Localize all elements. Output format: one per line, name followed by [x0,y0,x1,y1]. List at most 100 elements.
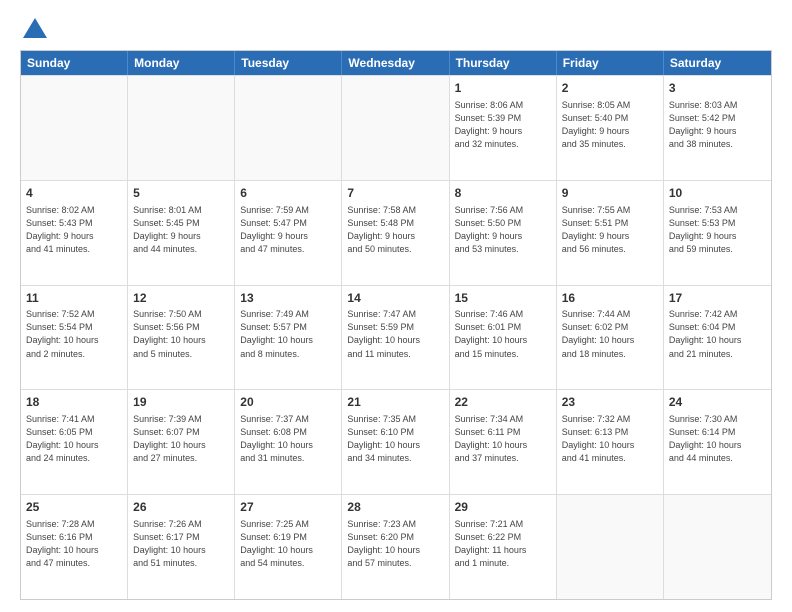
day-number: 12 [133,290,229,307]
calendar-cell: 24 Sunrise: 7:30 AM Sunset: 6:14 PM Dayli… [664,390,771,494]
day-info: Sunrise: 7:30 AM Sunset: 6:14 PM Dayligh… [669,413,766,465]
calendar: SundayMondayTuesdayWednesdayThursdayFrid… [20,50,772,600]
calendar-cell [557,495,664,599]
day-number: 22 [455,394,551,411]
day-info: Sunrise: 8:01 AM Sunset: 5:45 PM Dayligh… [133,204,229,256]
day-info: Sunrise: 7:59 AM Sunset: 5:47 PM Dayligh… [240,204,336,256]
calendar-cell: 28 Sunrise: 7:23 AM Sunset: 6:20 PM Dayli… [342,495,449,599]
day-info: Sunrise: 7:37 AM Sunset: 6:08 PM Dayligh… [240,413,336,465]
day-info: Sunrise: 8:03 AM Sunset: 5:42 PM Dayligh… [669,99,766,151]
day-number: 3 [669,80,766,97]
calendar-cell: 10 Sunrise: 7:53 AM Sunset: 5:53 PM Dayli… [664,181,771,285]
day-number: 14 [347,290,443,307]
day-number: 6 [240,185,336,202]
calendar-header-row: SundayMondayTuesdayWednesdayThursdayFrid… [21,51,771,75]
day-info: Sunrise: 8:06 AM Sunset: 5:39 PM Dayligh… [455,99,551,151]
calendar-header-cell: Thursday [450,51,557,75]
day-number: 23 [562,394,658,411]
calendar-cell [342,76,449,180]
day-number: 20 [240,394,336,411]
day-info: Sunrise: 7:35 AM Sunset: 6:10 PM Dayligh… [347,413,443,465]
calendar-row: 11Sunrise: 7:52 AM Sunset: 5:54 PM Dayli… [21,285,771,390]
calendar-header-cell: Monday [128,51,235,75]
day-info: Sunrise: 7:21 AM Sunset: 6:22 PM Dayligh… [455,518,551,570]
calendar-cell [21,76,128,180]
day-info: Sunrise: 7:50 AM Sunset: 5:56 PM Dayligh… [133,308,229,360]
day-number: 21 [347,394,443,411]
calendar-cell: 4 Sunrise: 8:02 AM Sunset: 5:43 PM Daylig… [21,181,128,285]
calendar-cell: 27 Sunrise: 7:25 AM Sunset: 6:19 PM Dayli… [235,495,342,599]
page-header [20,16,772,40]
calendar-cell: 15Sunrise: 7:46 AM Sunset: 6:01 PM Dayli… [450,286,557,390]
logo-icon [21,16,49,40]
day-number: 13 [240,290,336,307]
day-info: Sunrise: 8:05 AM Sunset: 5:40 PM Dayligh… [562,99,658,151]
day-info: Sunrise: 7:58 AM Sunset: 5:48 PM Dayligh… [347,204,443,256]
calendar-cell: 12Sunrise: 7:50 AM Sunset: 5:56 PM Dayli… [128,286,235,390]
day-number: 24 [669,394,766,411]
calendar-cell: 9Sunrise: 7:55 AM Sunset: 5:51 PM Daylig… [557,181,664,285]
calendar-row: 1 Sunrise: 8:06 AM Sunset: 5:39 PM Daylig… [21,75,771,180]
day-number: 10 [669,185,766,202]
day-info: Sunrise: 7:41 AM Sunset: 6:05 PM Dayligh… [26,413,122,465]
calendar-cell: 22 Sunrise: 7:34 AM Sunset: 6:11 PM Dayli… [450,390,557,494]
day-number: 11 [26,290,122,307]
day-number: 5 [133,185,229,202]
day-info: Sunrise: 7:26 AM Sunset: 6:17 PM Dayligh… [133,518,229,570]
day-number: 27 [240,499,336,516]
day-number: 28 [347,499,443,516]
day-info: Sunrise: 7:56 AM Sunset: 5:50 PM Dayligh… [455,204,551,256]
calendar-cell [128,76,235,180]
calendar-cell: 11Sunrise: 7:52 AM Sunset: 5:54 PM Dayli… [21,286,128,390]
calendar-cell: 3 Sunrise: 8:03 AM Sunset: 5:42 PM Daylig… [664,76,771,180]
calendar-cell: 25Sunrise: 7:28 AM Sunset: 6:16 PM Dayli… [21,495,128,599]
day-number: 1 [455,80,551,97]
day-info: Sunrise: 7:39 AM Sunset: 6:07 PM Dayligh… [133,413,229,465]
calendar-cell: 8Sunrise: 7:56 AM Sunset: 5:50 PM Daylig… [450,181,557,285]
day-info: Sunrise: 7:42 AM Sunset: 6:04 PM Dayligh… [669,308,766,360]
calendar-header-cell: Friday [557,51,664,75]
calendar-cell: 13Sunrise: 7:49 AM Sunset: 5:57 PM Dayli… [235,286,342,390]
calendar-cell: 6 Sunrise: 7:59 AM Sunset: 5:47 PM Daylig… [235,181,342,285]
calendar-row: 18 Sunrise: 7:41 AM Sunset: 6:05 PM Dayli… [21,389,771,494]
day-number: 29 [455,499,551,516]
day-info: Sunrise: 7:32 AM Sunset: 6:13 PM Dayligh… [562,413,658,465]
day-info: Sunrise: 7:47 AM Sunset: 5:59 PM Dayligh… [347,308,443,360]
day-info: Sunrise: 7:28 AM Sunset: 6:16 PM Dayligh… [26,518,122,570]
calendar-header-cell: Tuesday [235,51,342,75]
day-info: Sunrise: 7:23 AM Sunset: 6:20 PM Dayligh… [347,518,443,570]
calendar-cell: 29 Sunrise: 7:21 AM Sunset: 6:22 PM Dayli… [450,495,557,599]
day-info: Sunrise: 8:02 AM Sunset: 5:43 PM Dayligh… [26,204,122,256]
day-info: Sunrise: 7:52 AM Sunset: 5:54 PM Dayligh… [26,308,122,360]
calendar-header-cell: Wednesday [342,51,449,75]
calendar-cell: 7 Sunrise: 7:58 AM Sunset: 5:48 PM Daylig… [342,181,449,285]
day-info: Sunrise: 7:55 AM Sunset: 5:51 PM Dayligh… [562,204,658,256]
day-info: Sunrise: 7:44 AM Sunset: 6:02 PM Dayligh… [562,308,658,360]
calendar-body: 1 Sunrise: 8:06 AM Sunset: 5:39 PM Daylig… [21,75,771,599]
day-number: 16 [562,290,658,307]
day-info: Sunrise: 7:53 AM Sunset: 5:53 PM Dayligh… [669,204,766,256]
calendar-cell: 20 Sunrise: 7:37 AM Sunset: 6:08 PM Dayli… [235,390,342,494]
day-number: 26 [133,499,229,516]
calendar-cell [664,495,771,599]
calendar-cell [235,76,342,180]
calendar-cell: 2Sunrise: 8:05 AM Sunset: 5:40 PM Daylig… [557,76,664,180]
calendar-cell: 17Sunrise: 7:42 AM Sunset: 6:04 PM Dayli… [664,286,771,390]
calendar-cell: 19Sunrise: 7:39 AM Sunset: 6:07 PM Dayli… [128,390,235,494]
day-number: 4 [26,185,122,202]
day-number: 17 [669,290,766,307]
calendar-cell: 16Sunrise: 7:44 AM Sunset: 6:02 PM Dayli… [557,286,664,390]
calendar-row: 25Sunrise: 7:28 AM Sunset: 6:16 PM Dayli… [21,494,771,599]
day-info: Sunrise: 7:25 AM Sunset: 6:19 PM Dayligh… [240,518,336,570]
day-number: 18 [26,394,122,411]
day-info: Sunrise: 7:49 AM Sunset: 5:57 PM Dayligh… [240,308,336,360]
calendar-cell: 23 Sunrise: 7:32 AM Sunset: 6:13 PM Dayli… [557,390,664,494]
day-info: Sunrise: 7:46 AM Sunset: 6:01 PM Dayligh… [455,308,551,360]
day-number: 7 [347,185,443,202]
day-number: 15 [455,290,551,307]
calendar-cell: 18 Sunrise: 7:41 AM Sunset: 6:05 PM Dayli… [21,390,128,494]
calendar-row: 4 Sunrise: 8:02 AM Sunset: 5:43 PM Daylig… [21,180,771,285]
day-info: Sunrise: 7:34 AM Sunset: 6:11 PM Dayligh… [455,413,551,465]
calendar-cell: 5 Sunrise: 8:01 AM Sunset: 5:45 PM Daylig… [128,181,235,285]
calendar-cell: 21 Sunrise: 7:35 AM Sunset: 6:10 PM Dayli… [342,390,449,494]
